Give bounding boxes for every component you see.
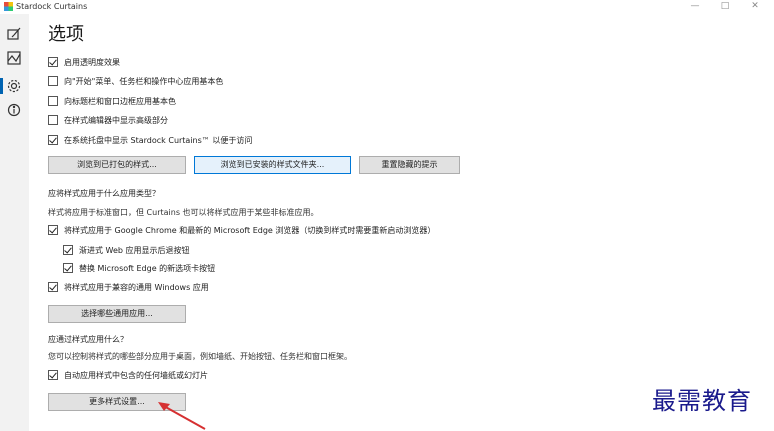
sidebar xyxy=(0,14,29,431)
option-uwp-apps[interactable]: 将样式应用于兼容的通用 Windows 应用 xyxy=(48,280,209,294)
checkbox[interactable] xyxy=(63,245,73,255)
option-start-accent[interactable]: 向"开始"菜单、任务栏和操作中心应用基本色 xyxy=(48,74,223,88)
watermark: 最需教育 xyxy=(652,387,752,415)
browse-packaged-styles-button[interactable]: 浏览到已打包的样式... xyxy=(48,156,186,174)
reset-hidden-tips-button[interactable]: 重置隐藏的提示 xyxy=(359,156,460,174)
option-advanced-editor[interactable]: 在样式编辑器中显示高级部分 xyxy=(48,113,168,127)
checkbox[interactable] xyxy=(48,76,58,86)
option-auto-wallpaper[interactable]: 自动应用样式中包含的任何墙纸或幻灯片 xyxy=(48,368,208,382)
stardock-logo-icon xyxy=(4,2,13,11)
apply-what-description: 您可以控制将样式的哪些部分应用于桌面，例如墙纸、开始按钮、任务栏和窗口框架。 xyxy=(48,352,352,361)
app-types-description: 样式将应用于标准窗口，但 Curtains 也可以将样式应用于某些非标准应用。 xyxy=(48,208,319,217)
window-title: Stardock Curtains xyxy=(16,2,88,11)
minimize-button[interactable]: — xyxy=(680,0,710,14)
checkbox[interactable] xyxy=(48,282,58,292)
checkbox[interactable] xyxy=(48,115,58,125)
annotation-arrow-icon xyxy=(158,402,206,430)
option-system-tray[interactable]: 在系统托盘中显示 Stardock Curtains™ 以便于访问 xyxy=(48,133,252,147)
checkbox[interactable] xyxy=(48,225,58,235)
checkbox[interactable] xyxy=(48,57,58,67)
apply-what-heading: 应通过样式应用什么？ xyxy=(48,335,128,344)
option-pwa-back-button[interactable]: 渐进式 Web 应用显示后退按钮 xyxy=(63,243,190,257)
info-icon[interactable] xyxy=(6,102,22,118)
image-frame-icon[interactable] xyxy=(6,50,22,66)
paint-brush-icon[interactable] xyxy=(6,26,22,42)
checkbox[interactable] xyxy=(48,96,58,106)
checkbox[interactable] xyxy=(48,370,58,380)
gear-icon[interactable] xyxy=(6,78,22,94)
browse-installed-styles-button[interactable]: 浏览到已安装的样式文件夹... xyxy=(194,156,351,174)
option-transparency[interactable]: 启用透明度效果 xyxy=(48,55,120,69)
option-chrome-edge[interactable]: 将样式应用于 Google Chrome 和最新的 Microsoft Edge… xyxy=(48,223,435,237)
app-types-heading: 应将样式应用于什么应用类型？ xyxy=(48,189,160,198)
checkbox[interactable] xyxy=(48,135,58,145)
option-titlebar-accent[interactable]: 向标题栏和窗口边框应用基本色 xyxy=(48,94,176,108)
select-universal-apps-button[interactable]: 选择哪些通用应用... xyxy=(48,305,186,323)
sidebar-active-indicator xyxy=(0,78,3,94)
title-bar: Stardock Curtains — □ ✕ xyxy=(0,0,774,14)
maximize-button[interactable]: □ xyxy=(710,0,740,14)
option-edge-new-tab[interactable]: 替换 Microsoft Edge 的新选项卡按钮 xyxy=(63,261,215,275)
checkbox[interactable] xyxy=(63,263,73,273)
close-button[interactable]: ✕ xyxy=(740,0,770,14)
page-title: 选项 xyxy=(48,24,84,45)
